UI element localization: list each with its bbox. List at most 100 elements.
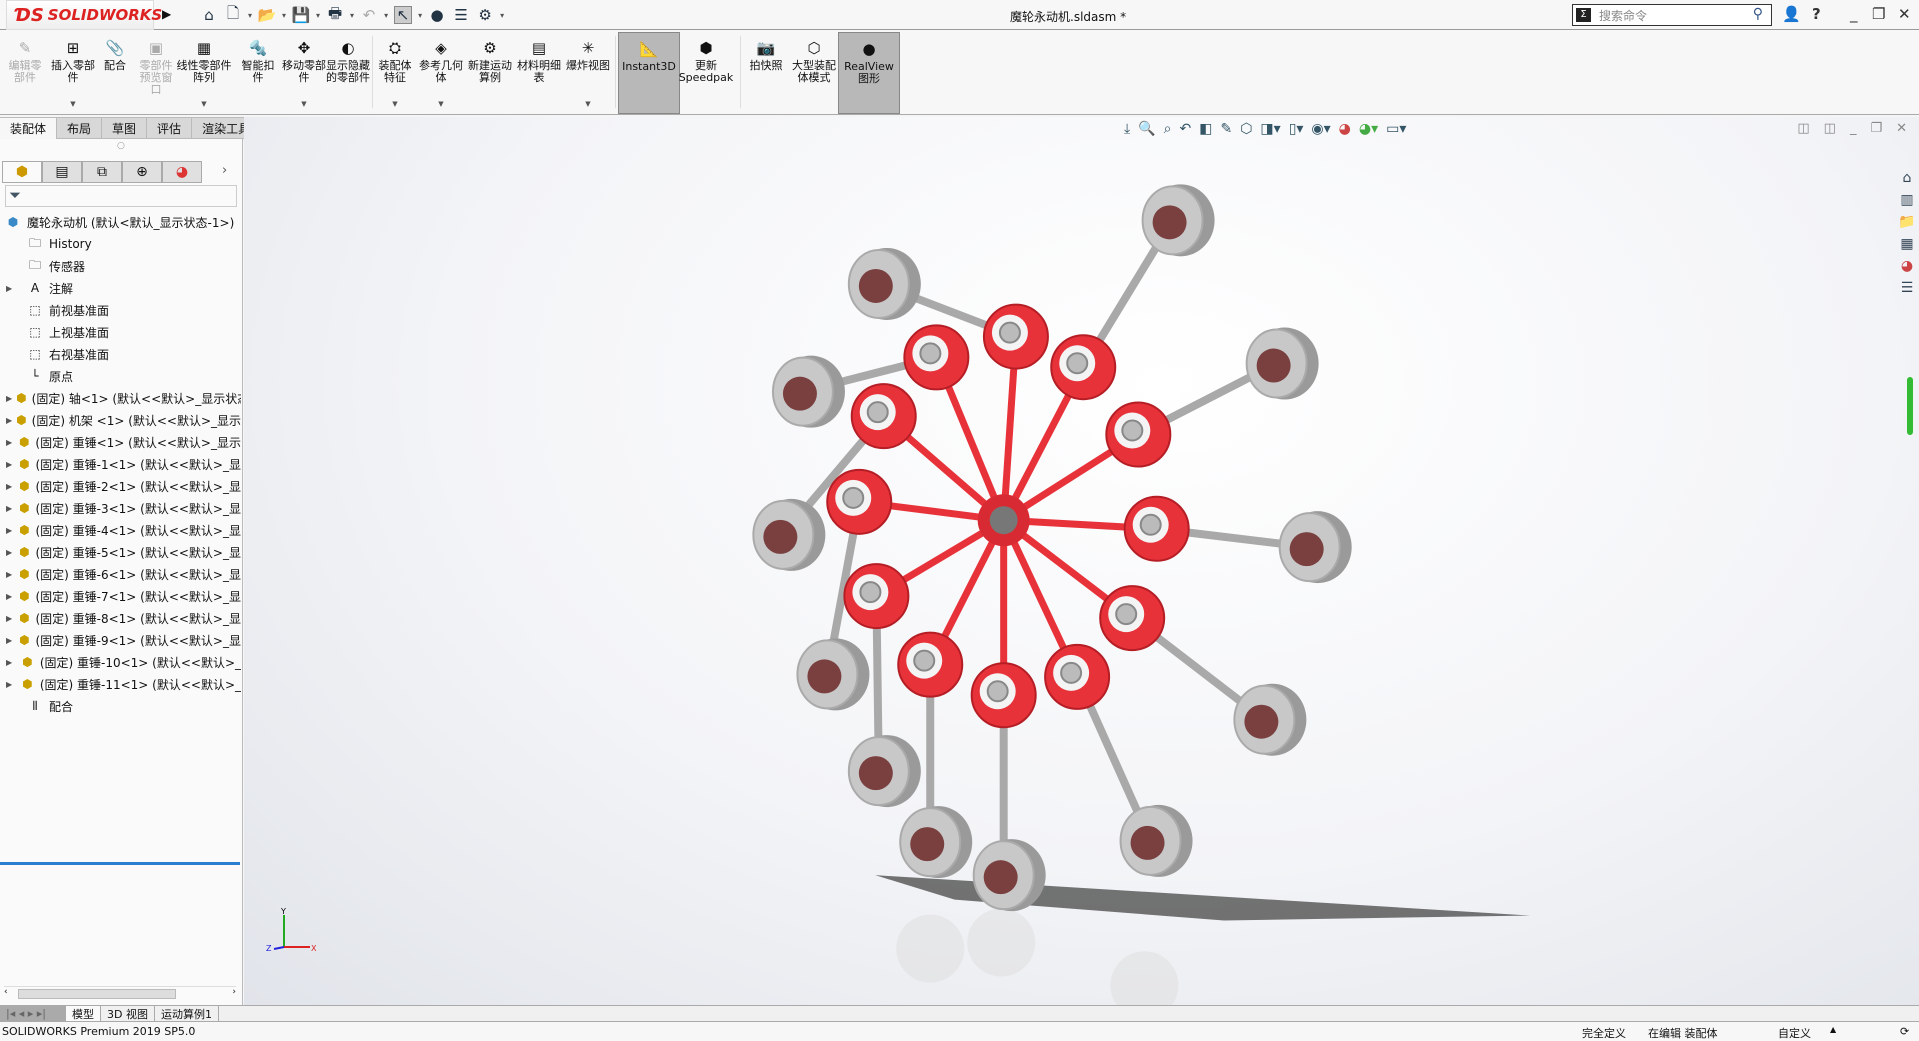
dropdown-icon[interactable]: ▾ [316, 11, 320, 20]
tab-3[interactable]: 评估 [147, 117, 193, 139]
tab-1[interactable]: 布局 [57, 117, 103, 139]
ribbon-button-speedpak[interactable]: ⬢ 更新Speedpak [675, 32, 737, 114]
tab-navigation-arrows[interactable]: |◂ ◂ ▸ ▸| [0, 1006, 66, 1021]
appearances-icon[interactable]: ◕ [1901, 258, 1913, 274]
select-cursor-icon[interactable]: ↖ [394, 6, 413, 24]
expand-arrow-icon[interactable]: ▶ [6, 504, 14, 513]
panel-grip-icon[interactable]: ○ [117, 141, 125, 151]
configuration-manager-tab[interactable]: ⧉ [82, 161, 122, 183]
dropdown-icon[interactable]: ▾ [248, 11, 252, 20]
ribbon-button-large-assembly[interactable]: ⬡ 大型装配体模式 [792, 32, 836, 114]
dimxpert-tab[interactable]: ⊕ [122, 161, 162, 183]
tree-item[interactable]: ▶ ⬢ (固定) 重锤-10<1> (默认<<默认>_ [0, 651, 241, 673]
ribbon-button-component-preview[interactable]: ▣ 零部件预览窗口 [136, 32, 176, 114]
file-explorer-icon[interactable]: 📁 [1898, 214, 1915, 230]
resources-home-icon[interactable]: ⌂ [1903, 170, 1912, 186]
ribbon-button-assembly-feature[interactable]: ⛭ 装配体特征 ▼ [374, 32, 416, 114]
save-icon[interactable]: 💾 [292, 6, 311, 24]
tree-item[interactable]: 🗀 传感器 [0, 255, 241, 277]
dropdown-arrow-icon[interactable]: ▼ [301, 98, 306, 110]
ribbon-button-smart-fastener[interactable]: 🔩 智能扣件 [238, 32, 278, 114]
ribbon-button-reference-geometry[interactable]: ◈ 参考几何体 ▼ [418, 32, 464, 114]
model-tab-1[interactable]: 3D 视图 [101, 1006, 155, 1021]
expand-arrow-icon[interactable]: ▶ [6, 658, 16, 667]
tab-2[interactable]: 草图 [102, 117, 148, 139]
expand-arrow-icon[interactable]: ▶ [6, 614, 14, 623]
dropdown-icon[interactable]: ▾ [350, 11, 354, 20]
help-icon[interactable]: ? [1812, 5, 1821, 23]
tree-item[interactable]: ▶ ⬢ (固定) 轴<1> (默认<<默认>_显示状态 [0, 387, 241, 409]
tree-item[interactable]: ▶ ⬢ (固定) 重锤-6<1> (默认<<默认>_显 [0, 563, 241, 585]
tree-item[interactable]: └ 原点 [0, 365, 241, 387]
panel-more-arrow-icon[interactable]: › [222, 163, 227, 178]
dropdown-arrow-icon[interactable]: ▼ [201, 98, 206, 110]
horizontal-scrollbar[interactable]: ‹ › [4, 986, 236, 1000]
file-properties-icon[interactable]: ☰ [452, 6, 470, 24]
tree-item[interactable]: ▶ ⬢ (固定) 重锤-2<1> (默认<<默认>_显 [0, 475, 241, 497]
tree-item[interactable]: ⬚ 前视基准面 [0, 299, 241, 321]
tree-item[interactable]: ▶ ⬢ (固定) 重锤-4<1> (默认<<默认>_显 [0, 519, 241, 541]
tree-item[interactable]: ▶ ⬢ (固定) 重锤-1<1> (默认<<默认>_显 [0, 453, 241, 475]
tab-0[interactable]: 装配体 [0, 117, 58, 139]
expand-arrow-icon[interactable]: ▶ [6, 526, 14, 535]
expand-arrow-icon[interactable]: ▶ [6, 284, 18, 293]
ribbon-button-realview[interactable]: ● RealView图形 [838, 32, 900, 114]
ribbon-button-linear-pattern[interactable]: ▦ 线性零部件阵列 ▼ [176, 32, 232, 114]
ribbon-button-edit-component[interactable]: ✎ 编辑零部件 [5, 32, 45, 114]
expand-arrow-icon[interactable]: ▶ [6, 482, 14, 491]
open-icon[interactable]: 📂 [258, 6, 277, 24]
expand-arrow-icon[interactable]: ▶ [6, 416, 12, 425]
ribbon-button-instant3d[interactable]: 📐 Instant3D [618, 32, 680, 114]
expand-arrow-icon[interactable]: ▶ [6, 570, 14, 579]
expand-arrow-icon[interactable]: ▶ [6, 636, 14, 645]
minimize-icon[interactable]: _ [1850, 5, 1858, 23]
tree-item[interactable]: ⬚ 上视基准面 [0, 321, 241, 343]
tree-item[interactable]: ▶ ⬢ (固定) 重锤-3<1> (默认<<默认>_显 [0, 497, 241, 519]
dropdown-icon[interactable]: ▾ [418, 11, 422, 20]
menu-expand-arrow-icon[interactable]: ▶ [162, 7, 171, 21]
tree-item[interactable]: ▶ ⬢ (固定) 重锤<1> (默认<<默认>_显示 [0, 431, 241, 453]
tree-root-assembly[interactable]: ⬢ 魔轮永动机 (默认<默认_显示状态-1>) [0, 211, 241, 233]
dropdown-arrow-icon[interactable]: ▼ [392, 98, 397, 110]
model-tab-0[interactable]: 模型 [66, 1006, 101, 1021]
tree-item[interactable]: ▶ ⬢ (固定) 重锤-5<1> (默认<<默认>_显 [0, 541, 241, 563]
model-tab-2[interactable]: 运动算例1 [155, 1006, 219, 1021]
view-palette-icon[interactable]: ▦ [1900, 236, 1913, 252]
tree-item[interactable]: ⬚ 右视基准面 [0, 343, 241, 365]
expand-arrow-icon[interactable]: ▶ [6, 680, 16, 689]
search-icon[interactable]: ⚲ [1753, 6, 1763, 22]
dropdown-arrow-icon[interactable]: ▼ [438, 98, 443, 110]
expand-arrow-icon[interactable]: ▶ [6, 394, 12, 403]
dropdown-icon[interactable]: ▾ [282, 11, 286, 20]
wheel-assembly-model[interactable] [244, 117, 1919, 1005]
print-icon[interactable]: 🖶 [326, 4, 344, 24]
ribbon-button-mate[interactable]: 📎 配合 [98, 32, 132, 114]
expand-arrow-icon[interactable]: ▶ [6, 592, 14, 601]
search-commands-input[interactable]: Σ 搜索命令 ⚲ [1572, 4, 1772, 26]
tree-item[interactable]: ▶ ⬢ (固定) 重锤-11<1> (默认<<默认>_ [0, 673, 241, 695]
ribbon-button-snapshot[interactable]: 📷 拍快照 [745, 32, 787, 114]
ribbon-button-insert-component[interactable]: ⊞ 插入零部件 ▼ [50, 32, 96, 114]
ribbon-button-new-motion-study[interactable]: ⚙ 新建运动算例 [467, 32, 513, 114]
expand-arrow-icon[interactable]: ▶ [6, 460, 14, 469]
tree-filter[interactable]: ⏷ [5, 185, 237, 207]
close-icon[interactable]: ✕ [1898, 5, 1911, 23]
rebuild-status-icon[interactable]: ⟳ [1900, 1025, 1909, 1038]
undo-icon[interactable]: ↶ [360, 6, 378, 24]
feature-manager-tab[interactable]: ⬢ [2, 161, 42, 183]
dropdown-icon[interactable]: ▾ [500, 11, 504, 20]
design-library-icon[interactable]: ▥ [1900, 192, 1913, 208]
display-manager-tab[interactable]: ◕ [162, 161, 202, 183]
dropdown-icon[interactable]: ▾ [384, 11, 388, 20]
expand-arrow-icon[interactable]: ▶ [6, 438, 14, 447]
rebuild-traffic-light-icon[interactable]: ● [428, 6, 446, 24]
filter-icon[interactable]: ⏷ [9, 186, 21, 204]
user-icon[interactable]: 👤 [1782, 5, 1801, 23]
graphics-viewport[interactable]: ⤓ 🔍 ⌕ ↶ ◧ ✎ ⬡ ◨▾ ▯▾ ◉▾ ◕ ◕▾ ▭▾ ◫ ◫ _ ❐ ✕… [244, 117, 1919, 1005]
dropdown-arrow-icon[interactable]: ▼ [585, 98, 590, 110]
home-icon[interactable]: ⌂ [200, 6, 218, 24]
custom-properties-icon[interactable]: ☰ [1901, 280, 1914, 296]
options-gear-icon[interactable]: ⚙ [476, 6, 494, 24]
dropdown-arrow-icon[interactable]: ▼ [70, 98, 75, 110]
units-up-arrow-icon[interactable]: ▲ [1830, 1025, 1836, 1034]
